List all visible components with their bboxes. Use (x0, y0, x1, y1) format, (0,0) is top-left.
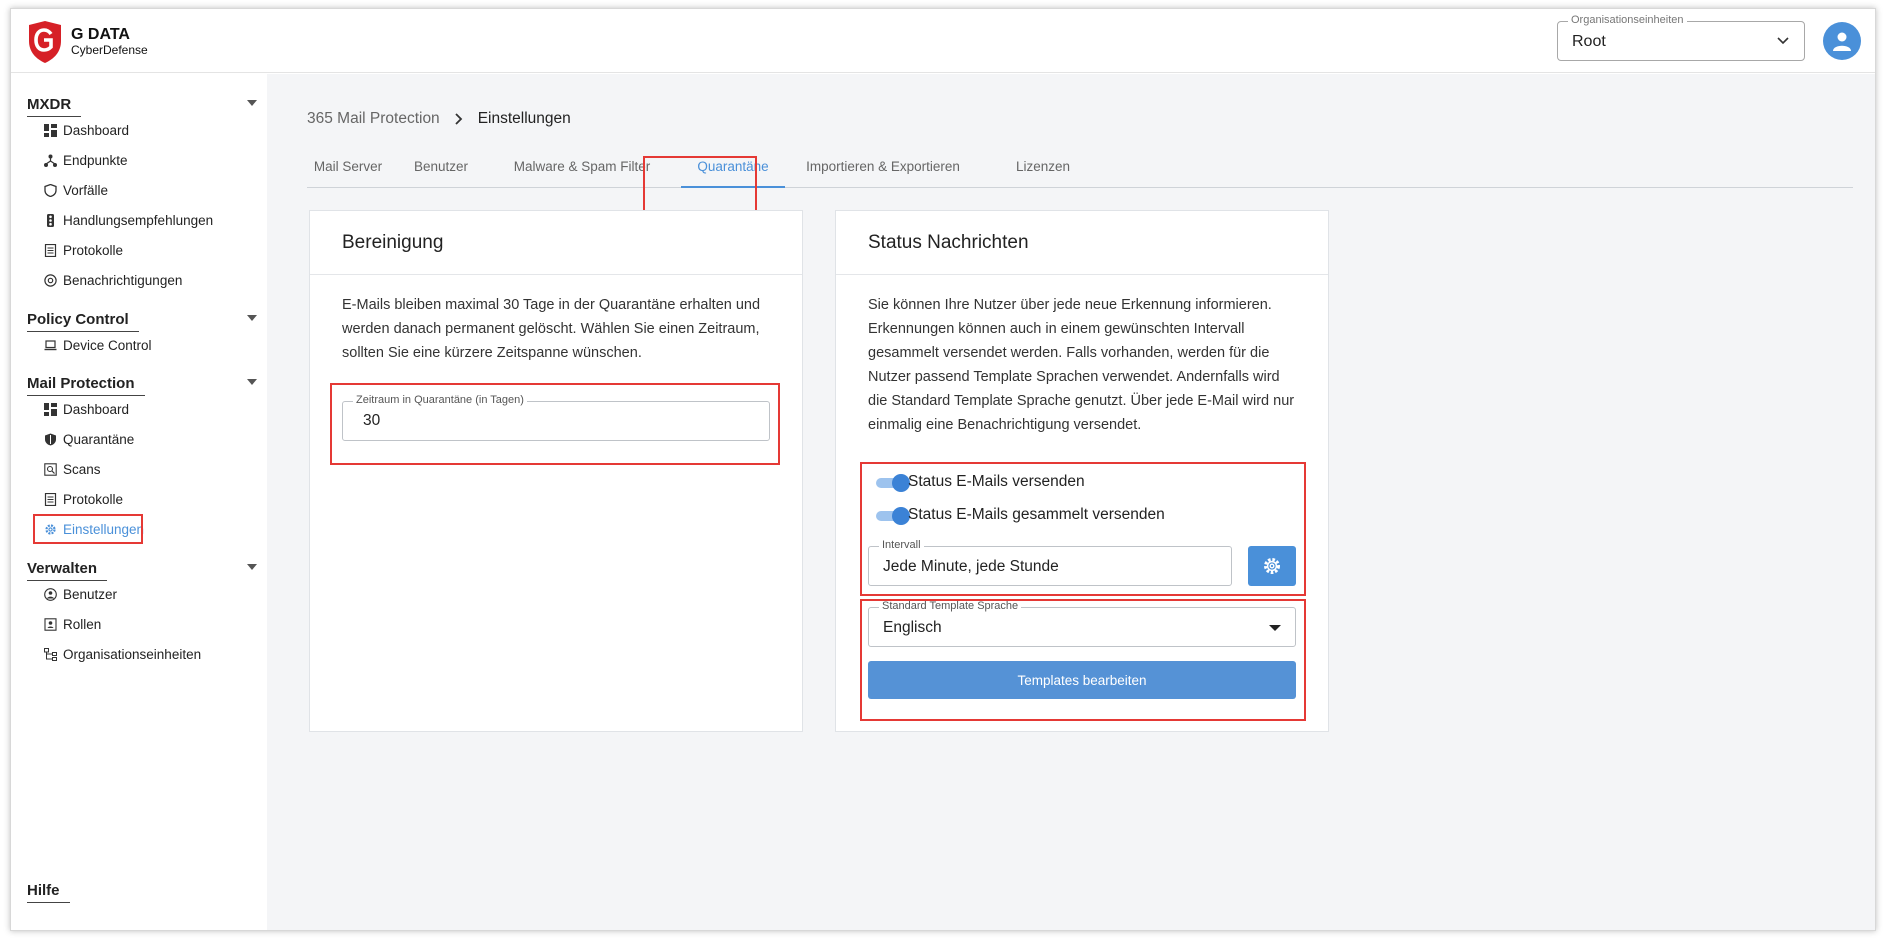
highlight-box-template-section (860, 599, 1306, 721)
sidebar-item-label: Scans (63, 461, 101, 477)
traffic-light-icon (47, 213, 54, 227)
breadcrumb-parent-link[interactable]: 365 Mail Protection (307, 110, 440, 128)
user-icon (1833, 32, 1851, 51)
sidebar-item-mail-dashboard[interactable]: Dashboard (44, 396, 129, 422)
breadcrumb-current: Einstellungen (477, 110, 571, 127)
app-window: G DATA CyberDefense Organisationseinheit… (10, 8, 1876, 931)
section-title: Mail Protection (27, 375, 145, 396)
caret-down-icon (247, 315, 257, 321)
sidebar-item-label: Dashboard (63, 122, 130, 138)
caret-down-icon (247, 379, 257, 385)
sidebar-item-label: Endpunkte (63, 152, 128, 168)
org-tree-icon (44, 647, 57, 661)
sidebar-item-mxdr-dashboard[interactable]: Dashboard (44, 117, 129, 143)
cleanup-card: Bereinigung E-Mails bleiben maximal 30 T… (309, 210, 803, 732)
cleanup-card-description: E-Mails bleiben maximal 30 Tage in der Q… (342, 297, 761, 361)
section-title: Verwalten (27, 560, 108, 581)
user-circle-icon (44, 587, 57, 601)
sidebar-item-label: Protokolle (63, 491, 124, 507)
status-card-description: Sie können Ihre Nutzer über jede neue Er… (868, 297, 1295, 433)
section-hilfe[interactable]: Hilfe (27, 882, 257, 906)
breadcrumb: 365 Mail Protection Einstellungen (307, 110, 571, 128)
shield-half-icon (45, 433, 56, 445)
caret-down-icon (247, 564, 257, 570)
sidebar-item-quarantaene[interactable]: Quarantäne (44, 426, 134, 452)
tab-mail-server[interactable]: Mail Server (307, 156, 389, 188)
main-content: 365 Mail Protection Einstellungen Mail S… (267, 74, 1875, 930)
brand-name: G DATA (71, 26, 130, 44)
sidebar-item-label: Vorfälle (63, 182, 109, 198)
sidebar-item-label: Organisationseinheiten (63, 646, 202, 662)
org-unit-select[interactable]: Organisationseinheiten Root (1557, 14, 1805, 61)
sidebar-item-rollen[interactable]: Rollen (44, 611, 101, 637)
tab-malware-spam-filter[interactable]: Malware & Spam Filter (497, 156, 667, 188)
scan-search-icon (44, 462, 57, 476)
gdata-shield-icon (29, 21, 61, 63)
at-sign-icon (44, 273, 57, 287)
tab-importieren-exportieren[interactable]: Importieren & Exportieren (785, 156, 981, 188)
brand-subtitle: CyberDefense (71, 43, 148, 58)
top-bar: G DATA CyberDefense Organisationseinheit… (11, 9, 1875, 73)
sidebar-item-organisationseinheiten[interactable]: Organisationseinheiten (44, 641, 201, 667)
sidebar-item-label: Rollen (63, 616, 102, 632)
sidebar-item-endpunkte[interactable]: Endpunkte (44, 147, 128, 173)
sidebar-item-scans[interactable]: Scans (44, 456, 101, 482)
sidebar-item-label: Quarantäne (63, 431, 135, 447)
network-icon (44, 154, 57, 167)
sidebar-item-label: Dashboard (63, 401, 130, 417)
sidebar-item-mxdr-protokolle[interactable]: Protokolle (44, 237, 123, 263)
section-title: Hilfe (27, 882, 70, 903)
sidebar-item-label: Benutzer (63, 586, 118, 602)
brand-logo[interactable]: G DATA CyberDefense (27, 21, 148, 63)
highlight-box-quarantaene-tab (643, 156, 757, 212)
sidebar-item-device-control[interactable]: Device Control (44, 332, 152, 358)
org-unit-value: Root (1572, 33, 1606, 50)
highlight-box-status-toggles (860, 462, 1306, 596)
cleanup-card-title: Bereinigung (310, 211, 802, 275)
settings-tabs: Mail Server Benutzer Malware & Spam Filt… (307, 156, 1853, 188)
caret-down-icon (247, 100, 257, 106)
highlight-box-quarantine-days (330, 383, 780, 465)
sidebar-item-benachrichtigungen[interactable]: Benachrichtigungen (44, 267, 182, 293)
sidebar-item-mail-protokolle[interactable]: Protokolle (44, 486, 123, 512)
sidebar-item-label: Device Control (63, 337, 152, 353)
sidebar-item-label: Protokolle (63, 242, 124, 258)
laptop-icon (44, 339, 57, 350)
tab-benutzer[interactable]: Benutzer (411, 156, 471, 188)
status-messages-card: Status Nachrichten Sie können Ihre Nutze… (835, 210, 1329, 732)
org-unit-label: Organisationseinheiten (1568, 14, 1687, 26)
tab-lizenzen[interactable]: Lizenzen (1001, 156, 1085, 188)
shield-outline-icon (44, 183, 57, 197)
user-avatar[interactable] (1823, 22, 1861, 60)
document-list-icon (44, 243, 57, 257)
section-title: Policy Control (27, 311, 139, 332)
document-list-icon (44, 492, 57, 506)
dashboard-icon (44, 402, 57, 416)
chevron-down-icon (1777, 37, 1789, 45)
id-badge-icon (44, 617, 57, 631)
sidebar-item-vorfaelle[interactable]: Vorfälle (44, 177, 108, 203)
sidebar-item-label: Benachrichtigungen (63, 272, 183, 288)
sidebar: MXDR Dashboard Endpunkte Vorfälle Handlu… (11, 74, 267, 930)
highlight-box-einstellungen (33, 514, 143, 544)
chevron-right-icon (455, 113, 462, 125)
section-title: MXDR (27, 96, 82, 117)
status-card-title: Status Nachrichten (836, 211, 1328, 275)
dashboard-icon (44, 123, 57, 137)
sidebar-item-handlungsempfehlungen[interactable]: Handlungsempfehlungen (44, 207, 213, 233)
sidebar-item-label: Handlungsempfehlungen (63, 212, 214, 228)
sidebar-item-benutzer[interactable]: Benutzer (44, 581, 117, 607)
